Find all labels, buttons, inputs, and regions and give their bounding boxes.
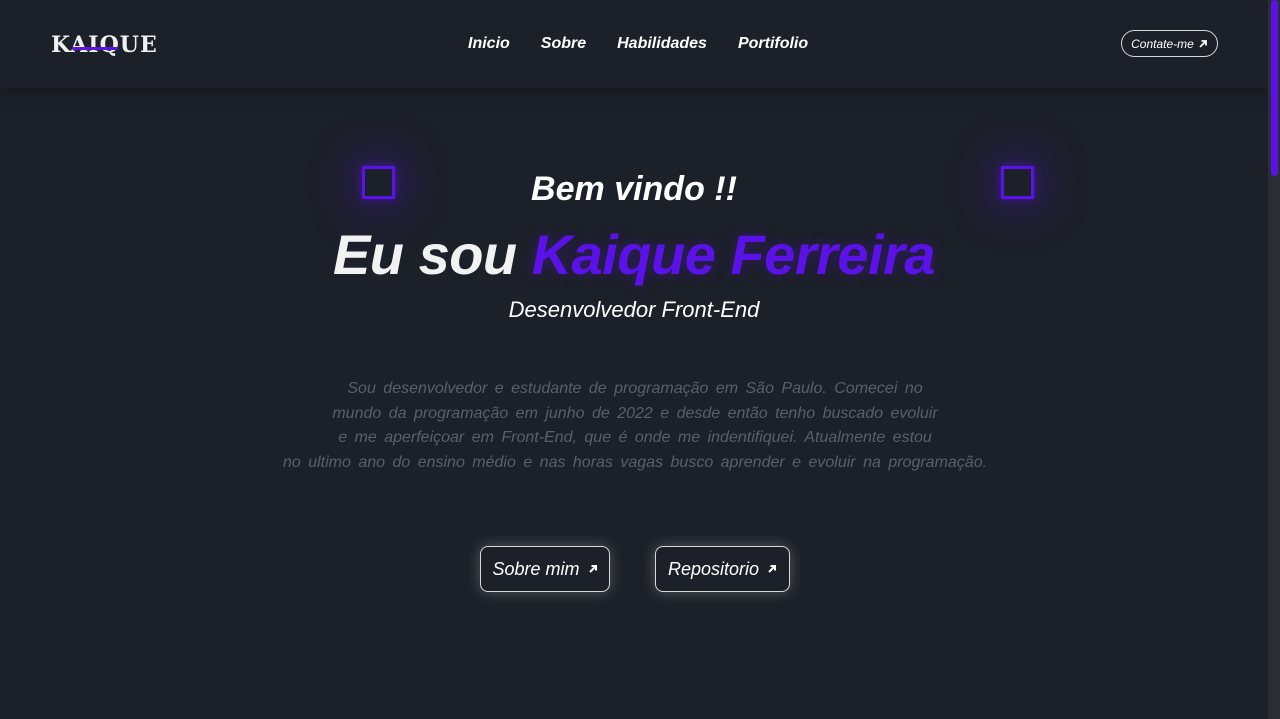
- page: KAIQUE Inicio Sobre Habilidades Portifol…: [0, 0, 1268, 719]
- bio-line: Sou desenvolvedor e estudante de program…: [347, 380, 923, 397]
- bio-line: e me aperfeiçoar em Front-End, que é ond…: [338, 429, 932, 446]
- about-me-button[interactable]: Sobre mim: [480, 546, 610, 592]
- bio-line: mundo da programação em junho de 2022 e …: [332, 404, 938, 422]
- headline-name: Kaique Ferreira: [531, 223, 936, 286]
- logo-accent-underline: [72, 47, 118, 50]
- logo[interactable]: KAIQUE: [51, 32, 158, 58]
- nav-link-habilidades[interactable]: Habilidades: [617, 34, 707, 54]
- hero-headline: Eu sou Kaique Ferreira: [0, 222, 1268, 288]
- main-nav: Inicio Sobre Habilidades Portifolio: [468, 34, 808, 54]
- nav-link-portifolio[interactable]: Portifolio: [738, 34, 808, 54]
- nav-link-sobre[interactable]: Sobre: [541, 34, 586, 54]
- scrollbar-thumb[interactable]: [1271, 0, 1278, 176]
- headline-prefix: Eu sou: [332, 223, 517, 286]
- repository-button[interactable]: Repositorio: [655, 546, 790, 592]
- repository-button-label: Repositorio: [667, 558, 760, 579]
- about-me-button-label: Sobre mim: [492, 558, 580, 579]
- bio-paragraph: Sou desenvolvedor e estudante de program…: [240, 377, 1030, 475]
- site-header: KAIQUE Inicio Sobre Habilidades Portifol…: [0, 0, 1268, 88]
- welcome-heading: Bem vindo !!: [531, 170, 737, 208]
- contact-button[interactable]: Contate-me: [1121, 30, 1218, 57]
- role-subtitle: Desenvolvedor Front-End: [508, 297, 760, 322]
- arrow-up-right-icon: [1199, 39, 1207, 48]
- nav-link-inicio[interactable]: Inicio: [468, 34, 510, 54]
- bio-line: no ultimo ano do ensino médio e nas hora…: [282, 453, 988, 471]
- vertical-scrollbar[interactable]: [1268, 0, 1280, 719]
- contact-button-label: Contate-me: [1131, 36, 1194, 51]
- arrow-up-right-icon: [588, 565, 597, 573]
- arrow-up-right-icon: [768, 565, 777, 573]
